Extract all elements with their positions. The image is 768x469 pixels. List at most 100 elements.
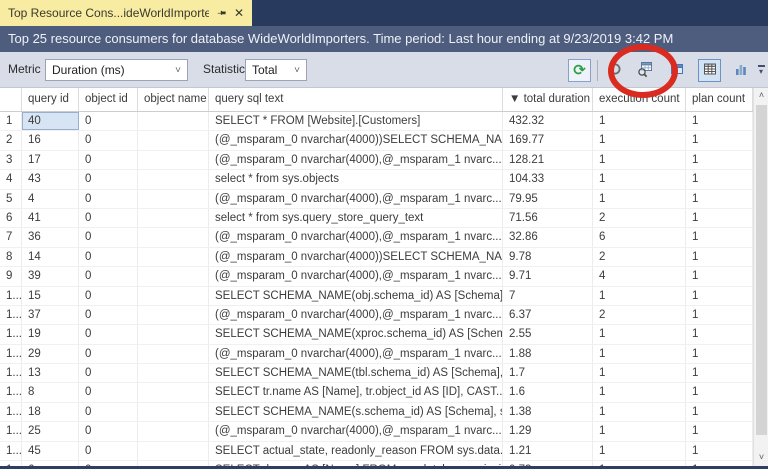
cell-plan-count[interactable]: 1 [686, 383, 753, 401]
cell-query-id[interactable]: 41 [22, 209, 79, 227]
cell-total-duration[interactable]: 1.88 [503, 345, 593, 363]
cell-total-duration[interactable]: 71.56 [503, 209, 593, 227]
cell-object-id[interactable]: 0 [79, 190, 138, 208]
cell-plan-count[interactable]: 1 [686, 248, 753, 266]
cell-query-sql-text[interactable]: SELECT * FROM [Website].[Customers] [209, 112, 503, 130]
cell-execution-count[interactable]: 1 [593, 151, 686, 169]
table-row[interactable]: 1... 8 0 SELECT tr.name AS [Name], tr.ob… [0, 383, 768, 402]
table-row[interactable]: 1... 15 0 SELECT SCHEMA_NAME(obj.schema_… [0, 287, 768, 306]
cell-plan-count[interactable]: 1 [686, 287, 753, 305]
cell-plan-count[interactable]: 1 [686, 422, 753, 440]
cell-plan-count[interactable]: 1 [686, 306, 753, 324]
cell-object-id[interactable]: 0 [79, 364, 138, 382]
table-row[interactable]: 1... 37 0 (@_msparam_0 nvarchar(4000),@_… [0, 306, 768, 325]
cell-plan-count[interactable]: 1 [686, 345, 753, 363]
cell-query-id[interactable]: 29 [22, 345, 79, 363]
cell-execution-count[interactable]: 2 [593, 306, 686, 324]
cell-total-duration[interactable]: 1.38 [503, 403, 593, 421]
cell-query-sql-text[interactable]: select * from sys.objects [209, 170, 503, 188]
cell-object-id[interactable]: 0 [79, 248, 138, 266]
cell-total-duration[interactable]: 79.95 [503, 190, 593, 208]
col-header-object-name[interactable]: object name [138, 88, 209, 111]
cell-query-id[interactable]: 40 [22, 112, 79, 130]
cell-plan-count[interactable]: 1 [686, 112, 753, 130]
grid-view-button[interactable] [698, 59, 721, 82]
cell-query-id[interactable]: 13 [22, 364, 79, 382]
pin-icon[interactable] [216, 8, 227, 19]
table-row[interactable]: 6 41 0 select * from sys.query_store_que… [0, 209, 768, 228]
cell-query-id[interactable]: 14 [22, 248, 79, 266]
table-row[interactable]: 1... 25 0 (@_msparam_0 nvarchar(4000),@_… [0, 422, 768, 441]
cell-total-duration[interactable]: 1.7 [503, 364, 593, 382]
cell-plan-count[interactable]: 1 [686, 267, 753, 285]
col-header-rownum[interactable] [0, 88, 22, 111]
cell-object-name[interactable] [138, 325, 209, 343]
cell-object-name[interactable] [138, 131, 209, 149]
toolbar-overflow-button[interactable]: ▾ [755, 59, 767, 82]
cell-query-id[interactable]: 16 [22, 131, 79, 149]
cell-plan-count[interactable]: 1 [686, 403, 753, 421]
cell-total-duration[interactable]: 1.21 [503, 442, 593, 460]
cell-query-sql-text[interactable]: (@_msparam_0 nvarchar(4000),@_msparam_1 … [209, 345, 503, 363]
cell-query-sql-text[interactable]: SELECT SCHEMA_NAME(s.schema_id) AS [Sche… [209, 403, 503, 421]
table-row[interactable]: 1... 19 0 SELECT SCHEMA_NAME(xproc.schem… [0, 325, 768, 344]
cell-execution-count[interactable]: 1 [593, 325, 686, 343]
table-row[interactable]: 2 16 0 (@_msparam_0 nvarchar(4000))SELEC… [0, 131, 768, 150]
cell-object-name[interactable] [138, 170, 209, 188]
cell-object-id[interactable]: 0 [79, 345, 138, 363]
cell-object-id[interactable]: 0 [79, 403, 138, 421]
table-row[interactable]: 9 39 0 (@_msparam_0 nvarchar(4000),@_msp… [0, 267, 768, 286]
cell-object-name[interactable] [138, 228, 209, 246]
close-icon[interactable]: ✕ [234, 7, 244, 19]
cell-object-name[interactable] [138, 151, 209, 169]
cell-object-name[interactable] [138, 442, 209, 460]
cell-total-duration[interactable]: 6.37 [503, 306, 593, 324]
cell-query-sql-text[interactable]: (@_msparam_0 nvarchar(4000),@_msparam_1 … [209, 422, 503, 440]
cell-object-name[interactable] [138, 112, 209, 130]
cell-query-sql-text[interactable]: (@_msparam_0 nvarchar(4000),@_msparam_1 … [209, 306, 503, 324]
table-row[interactable]: 1... 29 0 (@_msparam_0 nvarchar(4000),@_… [0, 345, 768, 364]
cell-execution-count[interactable]: 1 [593, 131, 686, 149]
cell-execution-count[interactable]: 1 [593, 403, 686, 421]
cell-plan-count[interactable]: 1 [686, 325, 753, 343]
cell-query-id[interactable]: 43 [22, 170, 79, 188]
col-header-execution-count[interactable]: execution count [593, 88, 686, 111]
cell-query-id[interactable]: 36 [22, 228, 79, 246]
table-row[interactable]: 5 4 0 (@_msparam_0 nvarchar(4000),@_mspa… [0, 190, 768, 209]
cell-total-duration[interactable]: 1.29 [503, 422, 593, 440]
cell-query-sql-text[interactable]: (@_msparam_0 nvarchar(4000),@_msparam_1 … [209, 190, 503, 208]
cell-object-name[interactable] [138, 306, 209, 324]
cell-execution-count[interactable]: 1 [593, 422, 686, 440]
refresh-button[interactable]: ⟳ [568, 59, 591, 82]
cell-object-id[interactable]: 0 [79, 170, 138, 188]
cell-object-id[interactable]: 0 [79, 228, 138, 246]
cell-query-id[interactable]: 39 [22, 267, 79, 285]
view-query-text-button[interactable] [633, 59, 656, 82]
track-query-button[interactable] [603, 59, 626, 82]
cell-execution-count[interactable]: 4 [593, 267, 686, 285]
cell-query-sql-text[interactable]: SELECT SCHEMA_NAME(tbl.schema_id) AS [Sc… [209, 364, 503, 382]
cell-total-duration[interactable]: 169.77 [503, 131, 593, 149]
cell-execution-count[interactable]: 6 [593, 228, 686, 246]
cell-total-duration[interactable]: 9.78 [503, 248, 593, 266]
scroll-down-icon[interactable]: ˅ [754, 450, 768, 465]
table-row[interactable]: 1 40 0 SELECT * FROM [Website].[Customer… [0, 112, 768, 131]
cell-object-name[interactable] [138, 383, 209, 401]
cell-query-sql-text[interactable]: (@_msparam_0 nvarchar(4000),@_msparam_1 … [209, 228, 503, 246]
cell-query-sql-text[interactable]: (@_msparam_0 nvarchar(4000),@_msparam_1 … [209, 151, 503, 169]
cell-object-name[interactable] [138, 422, 209, 440]
chart-view-button[interactable] [729, 59, 752, 82]
cell-total-duration[interactable]: 2.55 [503, 325, 593, 343]
cell-plan-count[interactable]: 1 [686, 209, 753, 227]
col-header-total-duration[interactable]: ▼ total duration [503, 88, 593, 111]
cell-total-duration[interactable]: 9.71 [503, 267, 593, 285]
cell-object-name[interactable] [138, 364, 209, 382]
cell-query-sql-text[interactable]: SELECT SCHEMA_NAME(obj.schema_id) AS [Sc… [209, 287, 503, 305]
cell-total-duration[interactable]: 104.33 [503, 170, 593, 188]
cell-object-name[interactable] [138, 267, 209, 285]
cell-object-id[interactable]: 0 [79, 325, 138, 343]
statistic-dropdown[interactable]: Total ˅ [245, 59, 307, 81]
cell-object-id[interactable]: 0 [79, 383, 138, 401]
cell-total-duration[interactable]: 128.21 [503, 151, 593, 169]
cell-execution-count[interactable]: 1 [593, 364, 686, 382]
